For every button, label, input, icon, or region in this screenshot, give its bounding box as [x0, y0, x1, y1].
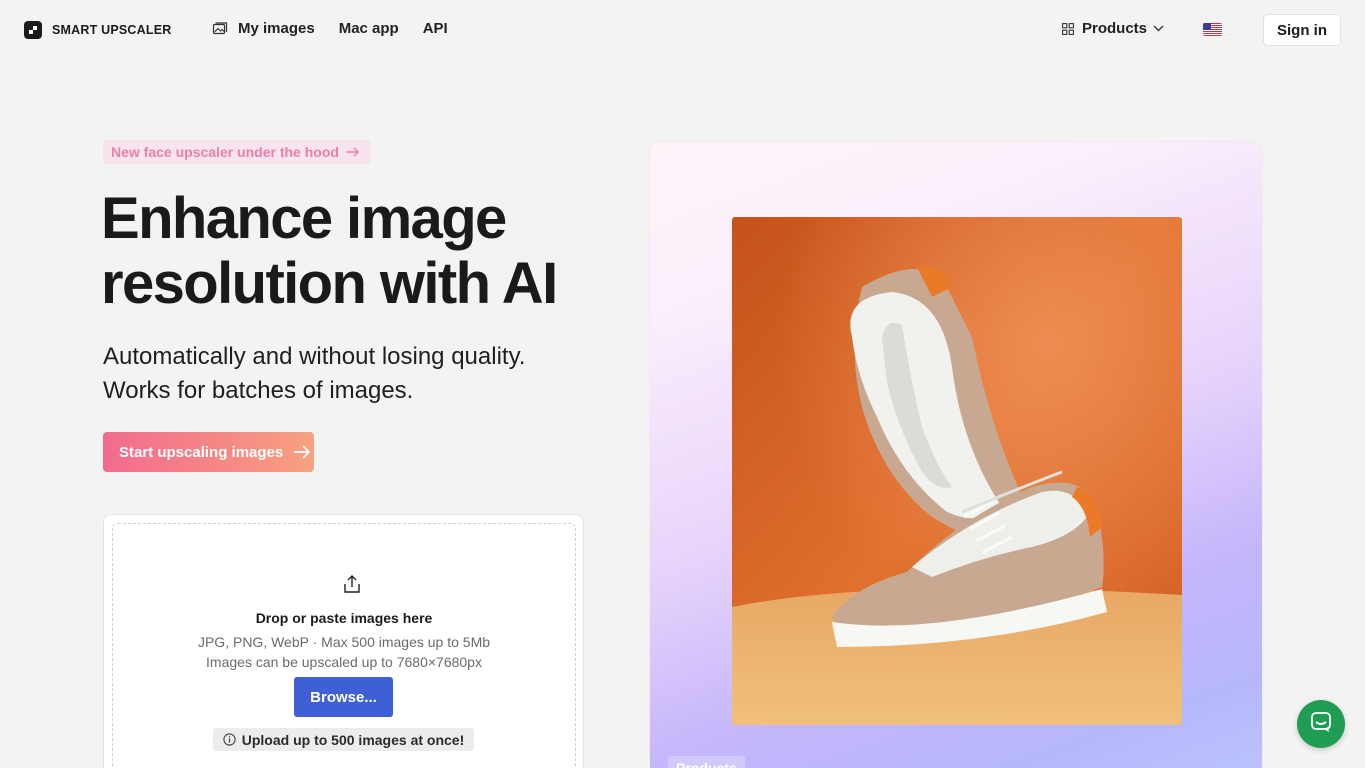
drop-title: Drop or paste images here: [255, 610, 433, 626]
top-navigation: SMART UPSCALER My images Mac app API Pro…: [0, 0, 1365, 60]
products-menu[interactable]: Products: [1062, 20, 1164, 37]
announcement-pill[interactable]: New face upscaler under the hood: [103, 140, 370, 164]
nav-my-images[interactable]: My images: [212, 20, 315, 37]
title-line-2: resolution with AI: [101, 251, 558, 316]
arrow-right-icon: [293, 445, 311, 459]
start-upscaling-button[interactable]: Start upscaling images: [103, 432, 314, 472]
nav-my-images-label: My images: [238, 20, 315, 37]
chat-launcher-button[interactable]: [1297, 700, 1345, 748]
category-tag[interactable]: Products: [668, 756, 745, 768]
grid-icon: [1062, 22, 1074, 35]
nav-mac-app[interactable]: Mac app: [339, 20, 399, 37]
chevron-down-icon: [1153, 25, 1164, 32]
subtitle-line-1: Automatically and without losing quality…: [103, 343, 526, 370]
supported-formats: JPG, PNG, WebP · Max 500 images up to 5M…: [197, 634, 491, 650]
nav-api[interactable]: API: [423, 20, 448, 37]
subtitle: Automatically and without losing quality…: [103, 340, 583, 408]
drop-zone[interactable]: Drop or paste images here JPG, PNG, WebP…: [112, 523, 576, 768]
sneaker-photo: [732, 217, 1182, 725]
upload-icon: [342, 574, 362, 594]
title-line-1: Enhance image: [101, 186, 507, 251]
sign-in-button[interactable]: Sign in: [1263, 14, 1341, 46]
upload-note-text: Upload up to 500 images at once!: [241, 731, 465, 748]
subtitle-line-2: Works for batches of images.: [103, 377, 414, 404]
arrow-right-icon: [346, 147, 360, 157]
max-resolution: Images can be upscaled up to 7680×7680px: [206, 654, 482, 670]
logo-icon: [24, 21, 42, 39]
nav-api-label: API: [422, 20, 448, 37]
info-icon: [223, 733, 236, 746]
announcement-text: New face upscaler under the hood: [111, 144, 339, 160]
showcase-panel: Products: [649, 141, 1263, 768]
us-flag-icon[interactable]: [1203, 23, 1222, 36]
logo-text: SMART UPSCALER: [52, 23, 172, 37]
page-title: Enhance image resolution with AI: [101, 186, 621, 316]
upload-note: Upload up to 500 images at once!: [213, 728, 474, 751]
products-label: Products: [1082, 20, 1148, 37]
chat-icon: [1310, 711, 1332, 738]
nav-mac-app-label: Mac app: [338, 20, 399, 37]
image-icon: [212, 21, 228, 36]
start-upscaling-label: Start upscaling images: [119, 443, 284, 461]
main-nav: My images Mac app API: [212, 20, 472, 37]
upload-card: Drop or paste images here JPG, PNG, WebP…: [103, 514, 584, 768]
logo[interactable]: SMART UPSCALER: [24, 21, 171, 39]
browse-button[interactable]: Browse...: [294, 677, 393, 717]
